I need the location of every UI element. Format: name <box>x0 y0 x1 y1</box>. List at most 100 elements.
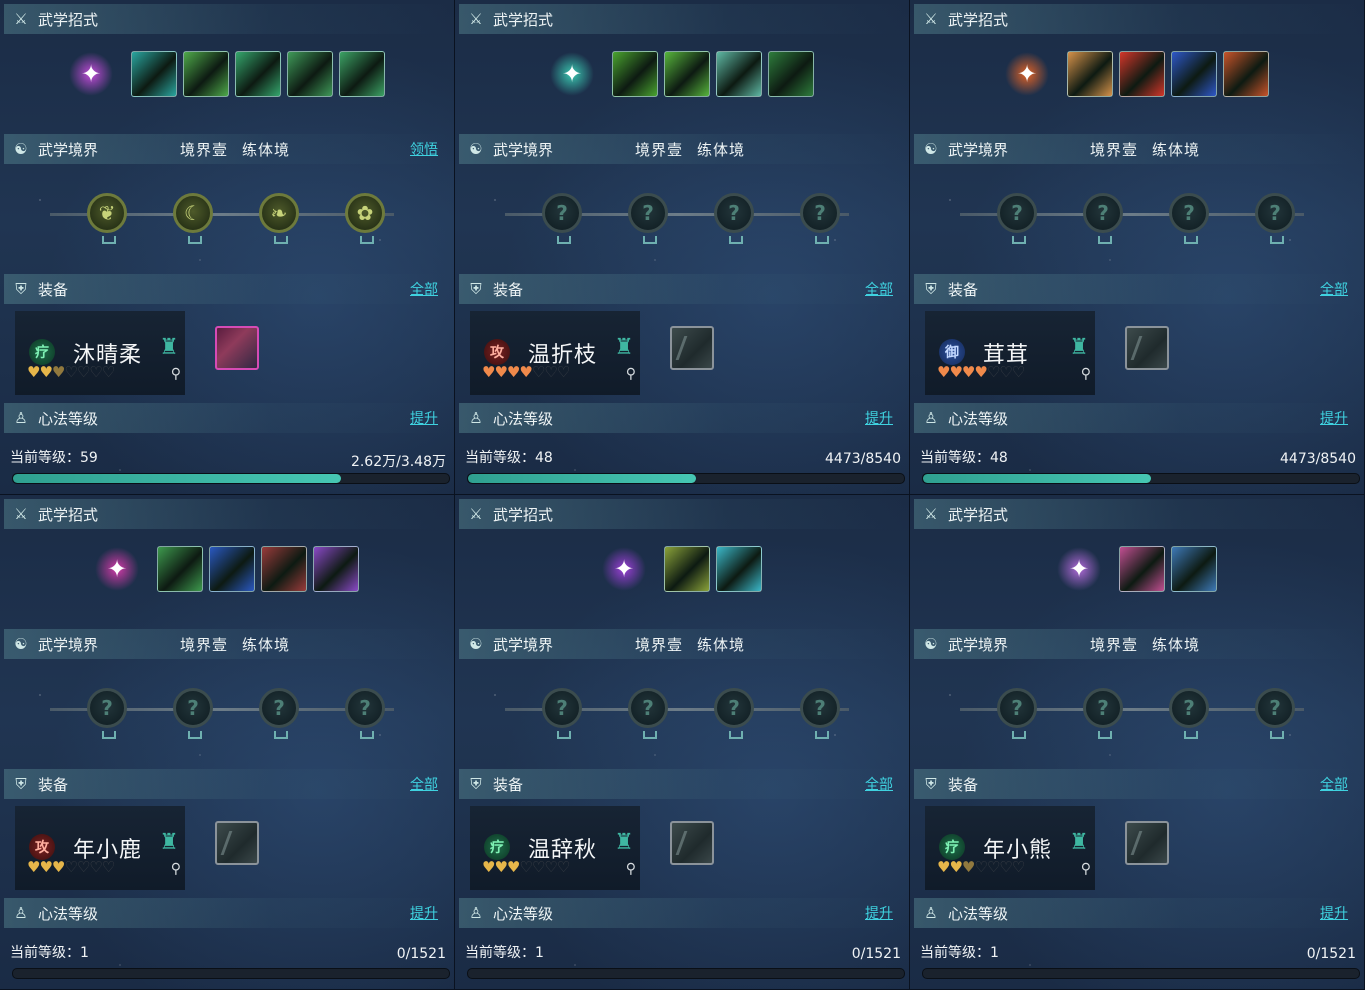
realm-node-unlocked[interactable]: ☾ <box>173 193 213 244</box>
heart-icon: ♥ <box>51 363 65 381</box>
class-hat-icon: ♜ <box>159 335 179 360</box>
equip-all-link[interactable]: 全部 <box>410 279 438 299</box>
realm-node-locked[interactable]: ? <box>345 688 385 739</box>
character-card[interactable]: 疗温辞秋 ♜ ♥♥♥♡♡♡♡ ⚲ <box>470 806 640 890</box>
blue-serpent-skill-icon[interactable] <box>209 546 255 592</box>
empty-equip-slot[interactable] <box>1125 326 1169 370</box>
realm-node-pedestal <box>1012 236 1026 244</box>
upgrade-link[interactable]: 提升 <box>410 408 438 428</box>
character-card[interactable]: 疗年小熊 ♜ ♥♥♥♡♡♡♡ ⚲ <box>925 806 1095 890</box>
realm-node-locked[interactable]: ? <box>1169 193 1209 244</box>
red-root-skill-icon[interactable] <box>261 546 307 592</box>
green-blade-skill-icon[interactable] <box>612 51 658 97</box>
green-yinyang-skill-icon[interactable] <box>768 51 814 97</box>
realm-node-locked[interactable]: ? <box>800 688 840 739</box>
violet-crystal-icon[interactable]: ✦ <box>1057 547 1101 591</box>
teal-figure-icon[interactable]: ✦ <box>550 52 594 96</box>
realm-node-locked[interactable]: ? <box>173 688 213 739</box>
pink-rune-icon[interactable]: ✦ <box>95 547 139 591</box>
cyan-vortex-skill-icon[interactable] <box>716 546 762 592</box>
empty-equip-slot[interactable] <box>670 326 714 370</box>
skills-row: ✦ <box>0 545 454 593</box>
pin-icon: ⚲ <box>625 366 636 382</box>
equip-all-link[interactable]: 全部 <box>865 774 893 794</box>
realm-comprehend-link[interactable]: 领悟 <box>410 139 438 159</box>
green-leaf-skill-icon[interactable] <box>287 51 333 97</box>
class-hat-icon: ♜ <box>159 830 179 855</box>
green-wind-skill-icon[interactable] <box>183 51 229 97</box>
realm-node-locked[interactable]: ? <box>542 688 582 739</box>
heart-icon: ♡ <box>974 858 987 876</box>
red-burst-skill-icon[interactable] <box>1119 51 1165 97</box>
cyan-ring-skill-icon[interactable] <box>716 51 762 97</box>
empty-slot-mark <box>675 831 709 855</box>
current-level-label: 当前等级： <box>465 450 535 466</box>
realm-node-locked[interactable]: ? <box>87 688 127 739</box>
pink-dancer-skill-icon[interactable] <box>1119 546 1165 592</box>
green-swirl-skill-icon[interactable] <box>235 51 281 97</box>
realm-node-locked[interactable]: ? <box>1255 193 1295 244</box>
realm-node-locked[interactable]: ? <box>714 688 754 739</box>
equipped-item-slot[interactable] <box>215 326 259 370</box>
realm-stage: 练体境 <box>697 140 746 159</box>
realm-node-locked[interactable]: ? <box>1255 688 1295 739</box>
realm-node-locked[interactable]: ? <box>997 193 1037 244</box>
realm-node-locked[interactable]: ? <box>1083 688 1123 739</box>
skills-title: 武学招式 <box>38 505 99 524</box>
empty-slot-mark <box>1130 336 1164 360</box>
empty-equip-slot[interactable] <box>1125 821 1169 865</box>
violet-figure-icon[interactable]: ✦ <box>602 547 646 591</box>
green-spark-skill-icon[interactable] <box>157 546 203 592</box>
heart-icon: ♥ <box>482 858 495 876</box>
realm-node-unlocked[interactable]: ✿ <box>345 193 385 244</box>
empty-equip-slot[interactable] <box>215 821 259 865</box>
heart-icon: ♡ <box>76 858 90 876</box>
current-level: 当前等级：1 <box>920 942 999 962</box>
realm-node-locked[interactable]: ? <box>259 688 299 739</box>
equip-all-link[interactable]: 全部 <box>865 279 893 299</box>
realm-node-locked[interactable]: ? <box>628 193 668 244</box>
realm-node-locked[interactable]: ? <box>714 193 754 244</box>
realm-node-unlocked[interactable]: ❧ <box>259 193 299 244</box>
sword-icon: ⚔ <box>14 10 28 28</box>
fire-figure-icon[interactable]: ✦ <box>1005 52 1049 96</box>
realm-node-locked[interactable]: ? <box>628 688 668 739</box>
character-card[interactable]: 攻年小鹿 ♜ ♥♥♥♡♡♡♡ ⚲ <box>15 806 185 890</box>
heart-method-title: 心法等级 <box>948 904 1009 923</box>
upgrade-link[interactable]: 提升 <box>865 903 893 923</box>
realm-node-locked[interactable]: ? <box>997 688 1037 739</box>
upgrade-link[interactable]: 提升 <box>1320 408 1348 428</box>
character-card[interactable]: 疗沐晴柔 ♜ ♥♥♥♡♡♡♡ ⚲ <box>15 311 185 395</box>
character-card[interactable]: 攻温折枝 ♜ ♥♥♥♥♡♡♡ ⚲ <box>470 311 640 395</box>
progress-bar <box>12 968 450 979</box>
progress-text: 4473/8540 <box>825 451 901 467</box>
realm-node-locked[interactable]: ? <box>800 193 840 244</box>
character-card[interactable]: 御茸茸 ♜ ♥♥♥♥♡♡♡ ⚲ <box>925 311 1095 395</box>
realm-node-locked[interactable]: ? <box>542 193 582 244</box>
empty-equip-slot[interactable] <box>670 821 714 865</box>
buddha-face-skill-icon[interactable] <box>1067 51 1113 97</box>
upgrade-link[interactable]: 提升 <box>1320 903 1348 923</box>
progress-fill <box>468 474 697 483</box>
green-dragon-skill-icon[interactable] <box>339 51 385 97</box>
blue-crescent-skill-icon[interactable] <box>1171 51 1217 97</box>
purple-spin-skill-icon[interactable] <box>313 546 359 592</box>
realm-node-locked[interactable]: ? <box>1083 193 1123 244</box>
golden-hand-skill-icon[interactable] <box>664 546 710 592</box>
purple-meditation-icon[interactable]: ✦ <box>69 52 113 96</box>
pin-icon: ⚲ <box>170 366 181 382</box>
realm-node-locked[interactable]: ? <box>1169 688 1209 739</box>
realm-track: ???? <box>455 185 909 249</box>
realm-node-unlocked[interactable]: ❦ <box>87 193 127 244</box>
realm-track: ???? <box>910 680 1364 744</box>
fire-swirl-skill-icon[interactable] <box>1223 51 1269 97</box>
equip-all-link[interactable]: 全部 <box>1320 774 1348 794</box>
equip-all-link[interactable]: 全部 <box>1320 279 1348 299</box>
teal-wave-skill-icon[interactable] <box>131 51 177 97</box>
upgrade-link[interactable]: 提升 <box>865 408 893 428</box>
realm-level: 境界壹 <box>180 140 229 159</box>
blue-fan-skill-icon[interactable] <box>1171 546 1217 592</box>
green-slash-skill-icon[interactable] <box>664 51 710 97</box>
equip-all-link[interactable]: 全部 <box>410 774 438 794</box>
upgrade-link[interactable]: 提升 <box>410 903 438 923</box>
